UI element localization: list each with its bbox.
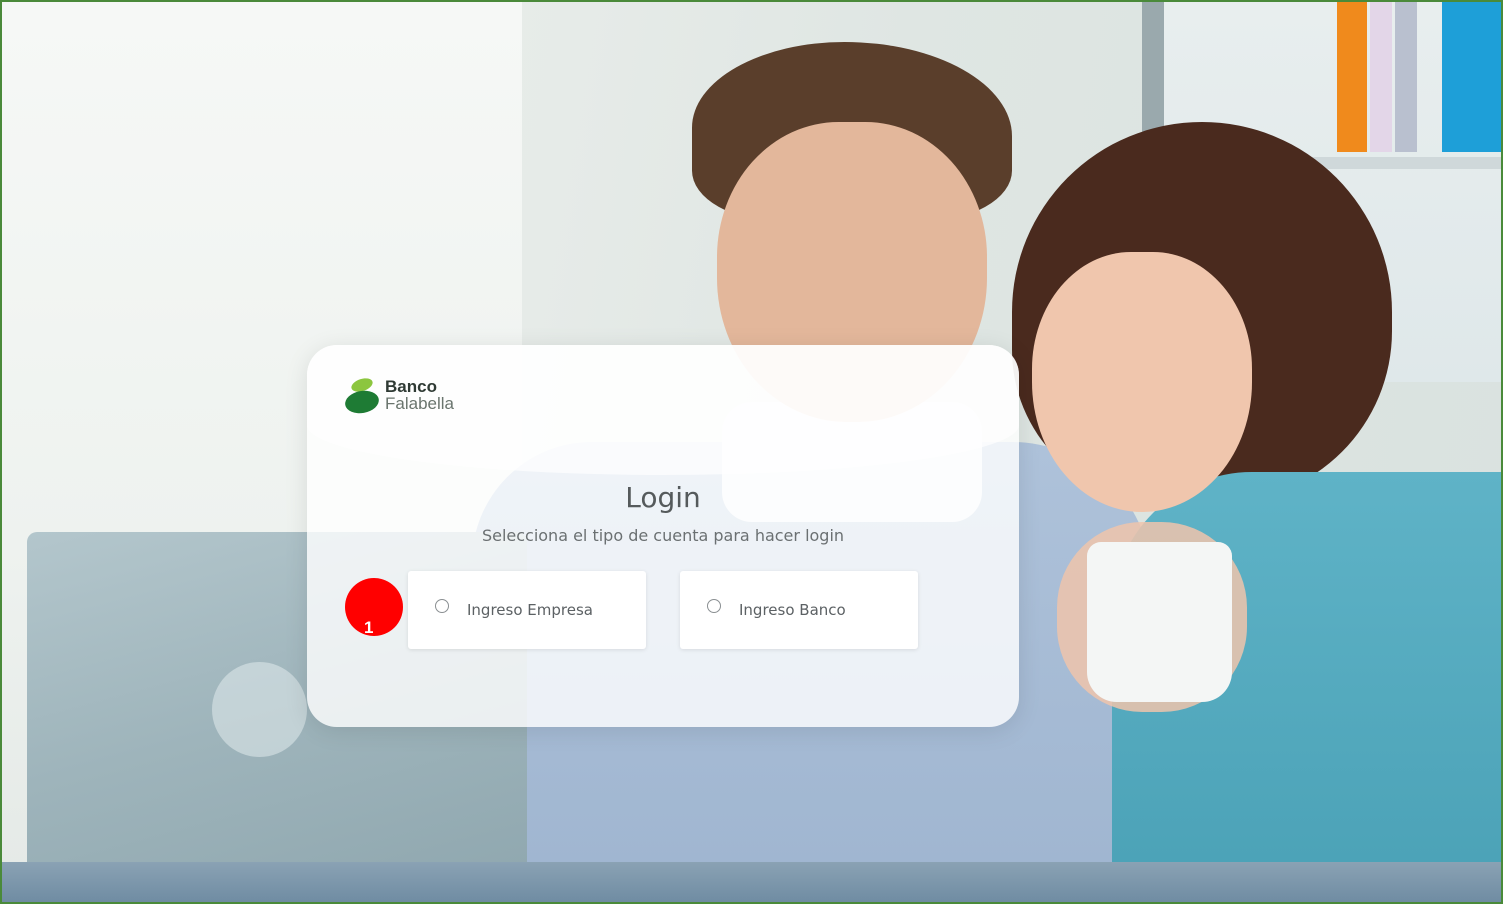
falabella-leaf-icon — [343, 375, 381, 416]
login-subtitle: Selecciona el tipo de cuenta para hacer … — [481, 526, 845, 545]
step-marker-number: 1 — [364, 618, 374, 637]
step-marker: 1 — [345, 578, 403, 637]
login-card: Banco Falabella Login Selecciona el tipo… — [307, 345, 1019, 727]
coffee-mug — [1087, 542, 1232, 702]
logo-line-2: Falabella — [385, 394, 454, 413]
ingreso-banco-radio[interactable] — [707, 599, 721, 613]
book — [1370, 2, 1392, 152]
laptop-logo — [212, 662, 307, 757]
book — [1337, 2, 1367, 152]
woman-face — [1032, 252, 1252, 512]
logo-text: Banco Falabella — [385, 378, 454, 412]
login-title: Login — [625, 481, 701, 514]
ingreso-banco-option[interactable]: Ingreso Banco — [680, 571, 918, 649]
book — [1442, 2, 1501, 152]
ingreso-banco-label: Ingreso Banco — [739, 601, 846, 619]
ingreso-empresa-radio[interactable] — [435, 599, 449, 613]
ingreso-empresa-label: Ingreso Empresa — [467, 601, 593, 619]
leaf-bottom — [343, 388, 381, 416]
screenshot-frame: Banco Falabella Login Selecciona el tipo… — [0, 0, 1503, 904]
banco-falabella-logo: Banco Falabella — [343, 375, 454, 416]
ingreso-empresa-option[interactable]: Ingreso Empresa — [408, 571, 646, 649]
book — [1395, 2, 1417, 152]
logo-line-1: Banco — [385, 377, 437, 396]
desk — [2, 862, 1501, 902]
